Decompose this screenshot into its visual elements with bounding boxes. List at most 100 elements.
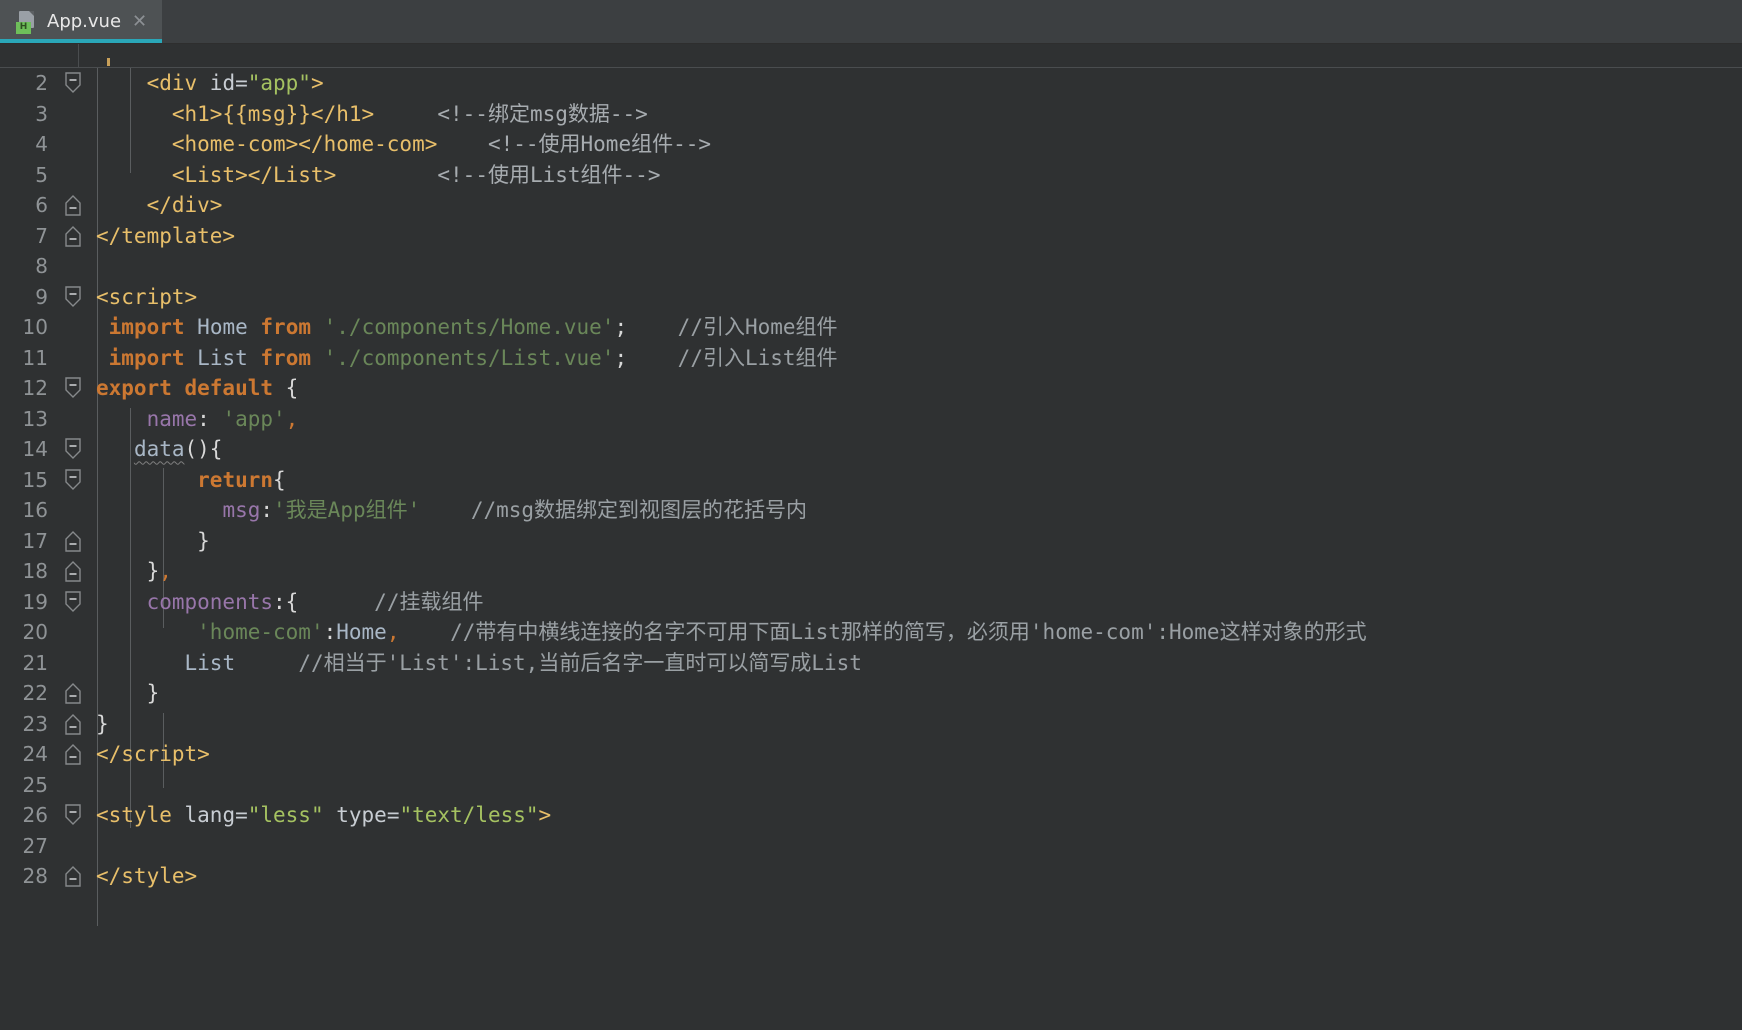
fold-gutter bbox=[56, 648, 90, 679]
fold-toggle-open[interactable] bbox=[56, 373, 90, 404]
fold-toggle-open[interactable] bbox=[56, 68, 90, 99]
fold-toggle-close[interactable] bbox=[56, 526, 90, 557]
close-icon[interactable]: ✕ bbox=[130, 12, 147, 31]
line-number: 4 bbox=[35, 132, 48, 157]
code-line[interactable]: 13 name: 'app', bbox=[0, 404, 1742, 435]
line-number: 13 bbox=[22, 406, 48, 431]
editor-scroll-area[interactable]: 2 <div id="app"> 3 <h1>{{msg}}</h1> <!--… bbox=[0, 44, 1742, 1030]
clipped-first-line bbox=[0, 44, 1742, 68]
code-line[interactable]: 22 } bbox=[0, 678, 1742, 709]
line-number: 6 bbox=[35, 193, 48, 218]
code-line[interactable]: 10 import Home from './components/Home.v… bbox=[0, 312, 1742, 343]
line-number: 25 bbox=[22, 772, 48, 797]
line-number: 16 bbox=[22, 498, 48, 523]
code-line[interactable]: 9 <script> bbox=[0, 282, 1742, 313]
fold-toggle-close[interactable] bbox=[56, 221, 90, 252]
code-text: return{ bbox=[197, 467, 286, 492]
code-text: 'home-com':Home, //带有中横线连接的名字不可用下面List那样… bbox=[197, 620, 1367, 645]
line-number: 12 bbox=[22, 376, 48, 401]
code-line[interactable]: 28 </style> bbox=[0, 861, 1742, 892]
code-text: name: 'app', bbox=[146, 406, 299, 431]
fold-toggle-close[interactable] bbox=[56, 709, 90, 740]
fold-gutter bbox=[56, 312, 90, 343]
line-number: 17 bbox=[22, 528, 48, 553]
fold-toggle-close[interactable] bbox=[56, 556, 90, 587]
code-line[interactable]: 12 export default { bbox=[0, 373, 1742, 404]
line-number: 26 bbox=[22, 803, 48, 828]
code-line[interactable]: 19 components:{ //挂载组件 bbox=[0, 587, 1742, 618]
code-line[interactable]: 26 <style lang="less" type="text/less"> bbox=[0, 800, 1742, 831]
tab-app-vue[interactable]: H App.vue ✕ bbox=[0, 0, 162, 43]
code-editor[interactable]: 2 <div id="app"> 3 <h1>{{msg}}</h1> <!--… bbox=[0, 44, 1742, 1030]
fold-toggle-open[interactable] bbox=[56, 465, 90, 496]
code-line[interactable]: 20 'home-com':Home, //带有中横线连接的名字不可用下面Lis… bbox=[0, 617, 1742, 648]
line-number: 9 bbox=[35, 284, 48, 309]
fold-toggle-close[interactable] bbox=[56, 739, 90, 770]
code-text: List //相当于'List':List,当前后名字一直时可以简写成List bbox=[184, 650, 862, 675]
code-line[interactable]: 8 bbox=[0, 251, 1742, 282]
line-number: 2 bbox=[35, 71, 48, 96]
code-line[interactable]: 18 }, bbox=[0, 556, 1742, 587]
code-line[interactable]: 15 return{ bbox=[0, 465, 1742, 496]
code-line[interactable]: 17 } bbox=[0, 526, 1742, 557]
fold-gutter bbox=[56, 770, 90, 801]
line-number: 20 bbox=[22, 620, 48, 645]
line-number: 24 bbox=[22, 742, 48, 767]
line-number: 8 bbox=[35, 254, 48, 279]
line-number: 14 bbox=[22, 437, 48, 462]
fold-gutter bbox=[56, 99, 90, 130]
code-line[interactable]: 27 bbox=[0, 831, 1742, 862]
fold-toggle-open[interactable] bbox=[56, 800, 90, 831]
code-line[interactable]: 16 msg:'我是App组件' //msg数据绑定到视图层的花括号内 bbox=[0, 495, 1742, 526]
fold-toggle-close[interactable] bbox=[56, 678, 90, 709]
fold-toggle-open[interactable] bbox=[56, 587, 90, 618]
code-text: <h1>{{msg}}</h1> <!--绑定msg数据--> bbox=[171, 101, 648, 126]
line-number: 11 bbox=[22, 345, 48, 370]
code-line[interactable]: 6 </div> bbox=[0, 190, 1742, 221]
line-number: 5 bbox=[35, 162, 48, 187]
code-text: </script> bbox=[96, 742, 210, 767]
code-text: }, bbox=[146, 559, 172, 584]
line-number: 27 bbox=[22, 833, 48, 858]
code-text: import Home from './components/Home.vue'… bbox=[108, 315, 838, 340]
code-line[interactable]: 23 } bbox=[0, 709, 1742, 740]
code-line[interactable]: 3 <h1>{{msg}}</h1> <!--绑定msg数据--> bbox=[0, 99, 1742, 130]
code-text: <style lang="less" type="text/less"> bbox=[96, 803, 552, 828]
code-text: <List></List> <!--使用List组件--> bbox=[171, 162, 661, 187]
fold-toggle-close[interactable] bbox=[56, 861, 90, 892]
line-number: 23 bbox=[22, 711, 48, 736]
code-line[interactable]: 5 <List></List> <!--使用List组件--> bbox=[0, 160, 1742, 191]
code-line[interactable]: 25 bbox=[0, 770, 1742, 801]
line-number: 10 bbox=[22, 315, 48, 340]
fold-toggle-open[interactable] bbox=[56, 282, 90, 313]
code-line[interactable]: 24 </script> bbox=[0, 739, 1742, 770]
vue-file-icon-badge: H bbox=[16, 21, 31, 34]
code-text: <script> bbox=[96, 284, 198, 309]
fold-toggle-close[interactable] bbox=[56, 190, 90, 221]
code-text: components:{ //挂载组件 bbox=[146, 589, 484, 614]
code-line[interactable]: 21 List //相当于'List':List,当前后名字一直时可以简写成Li… bbox=[0, 648, 1742, 679]
editor-tab-bar: H App.vue ✕ bbox=[0, 0, 1742, 44]
line-number: 22 bbox=[22, 681, 48, 706]
tab-title: App.vue bbox=[47, 11, 122, 32]
fold-gutter bbox=[56, 831, 90, 862]
code-lines[interactable]: 2 <div id="app"> 3 <h1>{{msg}}</h1> <!--… bbox=[0, 68, 1742, 926]
fold-gutter bbox=[56, 617, 90, 648]
line-number: 3 bbox=[35, 101, 48, 126]
fold-gutter bbox=[56, 343, 90, 374]
fold-toggle-open[interactable] bbox=[56, 434, 90, 465]
line-number: 18 bbox=[22, 559, 48, 584]
code-text: data(){ bbox=[133, 437, 223, 462]
code-line[interactable]: 14 data(){ bbox=[0, 434, 1742, 465]
code-line[interactable]: 7 </template> bbox=[0, 221, 1742, 252]
code-text: export default { bbox=[96, 376, 299, 401]
code-text: </div> bbox=[146, 193, 223, 218]
code-line[interactable]: 4 <home-com></home-com> <!--使用Home组件--> bbox=[0, 129, 1742, 160]
code-text: <div id="app"> bbox=[146, 71, 324, 96]
fold-gutter bbox=[56, 129, 90, 160]
code-text: msg:'我是App组件' //msg数据绑定到视图层的花括号内 bbox=[222, 498, 808, 523]
code-line[interactable]: 2 <div id="app"> bbox=[0, 68, 1742, 99]
code-text: } bbox=[146, 681, 160, 706]
code-line[interactable]: 11 import List from './components/List.v… bbox=[0, 343, 1742, 374]
vue-file-icon: H bbox=[16, 10, 38, 34]
